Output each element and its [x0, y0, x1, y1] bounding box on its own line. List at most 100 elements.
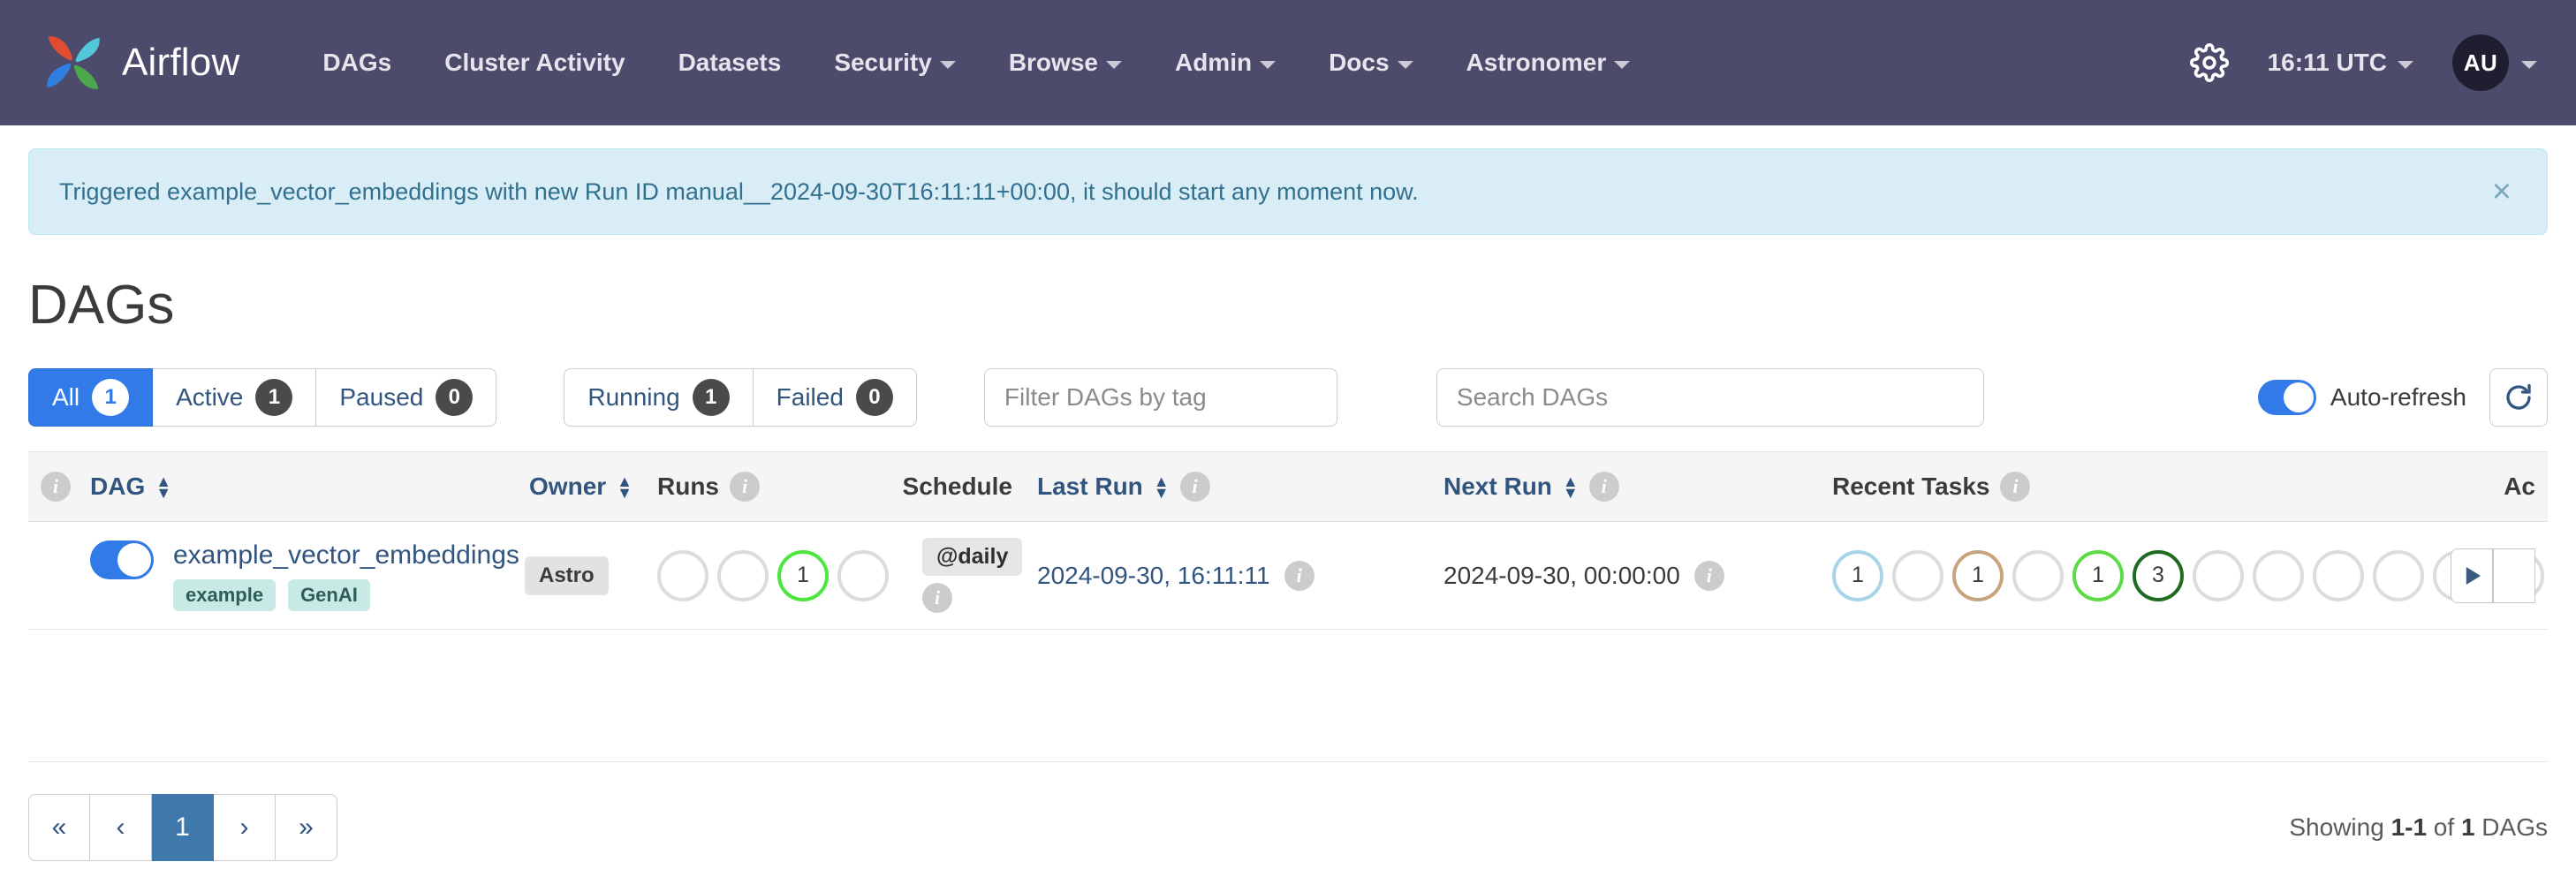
pagination-page-1[interactable]: 1	[152, 794, 214, 861]
task-circle-success[interactable]: 3	[2133, 549, 2184, 601]
nav-item-datasets[interactable]: Datasets	[652, 38, 808, 87]
auto-refresh-toggle[interactable]	[2257, 380, 2316, 415]
refresh-button[interactable]	[2489, 368, 2548, 427]
tag-filter-input[interactable]	[983, 368, 1337, 427]
nav-item-dags[interactable]: DAGs	[296, 38, 418, 87]
dag-tag[interactable]: example	[173, 578, 277, 611]
search-input[interactable]	[1436, 368, 1984, 427]
utc-clock-label: 16:11 UTC	[2267, 49, 2387, 76]
info-icon[interactable]: i	[1693, 560, 1724, 591]
filter-paused-button[interactable]: Paused 0	[316, 368, 497, 427]
nav-item-cluster-activity[interactable]: Cluster Activity	[418, 38, 651, 87]
delete-dag-button[interactable]	[2493, 548, 2535, 603]
dag-runs-circles: 1	[657, 549, 898, 601]
nav-item-astronomer[interactable]: Astronomer	[1440, 38, 1657, 87]
info-icon[interactable]: i	[730, 472, 760, 502]
filter-count-badge: 0	[436, 379, 474, 416]
filter-label: Paused	[339, 383, 424, 411]
pagination-next[interactable]: ›	[214, 794, 276, 861]
nav-label: Docs	[1329, 49, 1390, 76]
avatar-initials: AU	[2463, 49, 2498, 76]
header-label: Schedule	[902, 472, 1012, 500]
last-run-link[interactable]: 2024-09-30, 16:11:11	[1037, 562, 1270, 590]
filter-count-badge: 1	[92, 379, 130, 416]
nav-item-security[interactable]: Security	[807, 38, 982, 87]
dag-name-link[interactable]: example_vector_embeddings	[173, 540, 519, 571]
nav-item-admin[interactable]: Admin	[1148, 38, 1302, 87]
toggle-knob	[117, 542, 151, 577]
header-dag[interactable]: DAG ▲ ▼	[78, 452, 512, 522]
status-filter-group: All 1 Active 1 Paused 0	[28, 368, 497, 427]
table-body: example_vector_embeddings example GenAI …	[28, 521, 2548, 762]
trigger-dag-button[interactable]	[2451, 548, 2493, 603]
showing-range: 1-1	[2390, 813, 2428, 841]
header-spacer-2	[1652, 452, 1820, 522]
header-label: DAG	[90, 472, 146, 500]
pagination-last[interactable]: »	[276, 794, 337, 861]
table-empty-filler	[28, 629, 2548, 762]
chevron-down-icon	[1614, 61, 1631, 69]
chevron-down-icon	[939, 61, 956, 69]
cell-row-info	[28, 521, 78, 630]
sort-icon[interactable]: ▲ ▼	[1154, 473, 1170, 501]
sort-icon[interactable]: ▲ ▼	[1563, 473, 1579, 501]
info-icon[interactable]: i	[922, 583, 952, 613]
nav-item-docs[interactable]: Docs	[1302, 38, 1439, 87]
task-circle-running[interactable]: 1	[2072, 549, 2124, 601]
showing-prefix: Showing	[2289, 813, 2391, 841]
info-icon[interactable]: i	[1284, 560, 1315, 591]
chevron-down-icon	[1105, 61, 1122, 69]
recent-tasks-circles: 1 1 1 3	[1832, 549, 2544, 601]
nav-label: Browse	[1008, 49, 1098, 76]
task-circle	[2373, 549, 2424, 601]
filter-failed-button[interactable]: Failed 0	[753, 368, 917, 427]
filter-all-button[interactable]: All 1	[28, 368, 154, 427]
run-circle-running[interactable]: 1	[777, 549, 829, 601]
header-runs: Runs i	[645, 452, 910, 522]
play-icon	[2466, 566, 2481, 585]
top-navbar: Airflow DAGs Cluster Activity Datasets S…	[0, 0, 2576, 125]
pagination-prev[interactable]: ‹	[90, 794, 152, 861]
nav-item-browse[interactable]: Browse	[982, 38, 1148, 87]
cell-schedule: @daily i	[910, 521, 1025, 630]
filter-running-button[interactable]: Running 1	[564, 368, 754, 427]
filter-label: Running	[587, 383, 680, 411]
info-icon[interactable]: i	[2000, 472, 2031, 502]
sort-icon[interactable]: ▲ ▼	[617, 473, 633, 501]
filter-count-badge: 0	[855, 379, 893, 416]
header-next-run[interactable]: Next Run ▲ ▼ i	[1431, 452, 1652, 522]
cell-actions	[2438, 521, 2548, 630]
user-menu[interactable]: AU	[2433, 27, 2546, 98]
showing-middle: of	[2427, 813, 2461, 841]
close-icon[interactable]: ×	[2487, 175, 2517, 208]
header-label: Owner	[529, 472, 607, 500]
dags-table-container: i DAG ▲ ▼ Owner ▲ ▼ Runs i Schedule Last…	[28, 451, 2548, 762]
owner-badge[interactable]: Astro	[525, 556, 609, 595]
dag-tag[interactable]: GenAI	[288, 578, 370, 611]
task-count: 1	[1852, 563, 1864, 587]
info-icon[interactable]: i	[41, 472, 71, 502]
dag-tags: example GenAI	[173, 578, 519, 611]
header-owner[interactable]: Owner ▲ ▼	[512, 452, 645, 522]
refresh-icon	[2506, 383, 2531, 410]
alert-message: Triggered example_vector_embeddings with…	[59, 178, 1419, 205]
brand-home-link[interactable]: Airflow	[41, 30, 239, 95]
cell-dag: example_vector_embeddings example GenAI	[78, 521, 519, 630]
table-header-row: i DAG ▲ ▼ Owner ▲ ▼ Runs i Schedule Last…	[28, 452, 2548, 522]
dag-pause-toggle[interactable]	[90, 540, 154, 579]
info-icon[interactable]: i	[1179, 472, 1210, 502]
header-label: Ac	[2504, 472, 2535, 500]
nav-label: Datasets	[678, 49, 782, 76]
state-filter-group: Running 1 Failed 0	[564, 368, 917, 427]
info-icon[interactable]: i	[1588, 472, 1619, 502]
header-last-run[interactable]: Last Run ▲ ▼ i	[1025, 452, 1246, 522]
sort-icon[interactable]: ▲ ▼	[155, 473, 171, 501]
filter-active-button[interactable]: Active 1	[153, 368, 317, 427]
pagination-first[interactable]: «	[28, 794, 90, 861]
task-circle-scheduled[interactable]: 1	[1952, 549, 2004, 601]
timezone-selector[interactable]: 16:11 UTC	[2248, 38, 2433, 87]
run-circle	[837, 549, 889, 601]
nav-label: Admin	[1174, 49, 1253, 76]
settings-button[interactable]	[2171, 36, 2248, 89]
task-circle-queued[interactable]: 1	[1832, 549, 1883, 601]
